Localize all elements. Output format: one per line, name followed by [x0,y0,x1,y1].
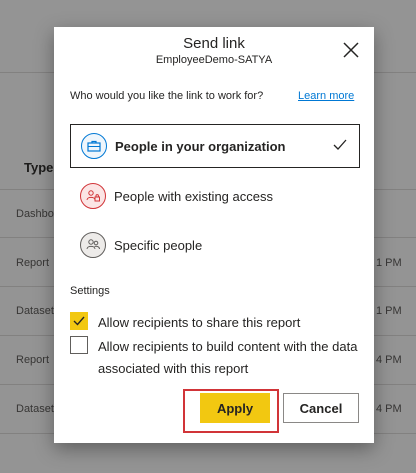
learn-more-link[interactable]: Learn more [298,90,354,102]
close-icon [343,42,359,58]
people-icon [80,232,106,258]
option-label: People with existing access [114,188,273,204]
settings-heading: Settings [70,285,110,297]
allow-build-label: Allow recipients to build content with t… [98,339,358,376]
option-people-in-organization[interactable]: People in your organization [70,124,360,168]
checkmark-icon [333,139,347,150]
people-lock-icon [80,183,106,209]
allow-share-checkbox[interactable] [70,312,88,330]
apply-button[interactable]: Apply [200,393,270,423]
checkbox-check-icon [73,316,85,326]
send-link-dialog: Send link EmployeeDemo-SATYA Who would y… [54,27,374,443]
dialog-subtitle: EmployeeDemo-SATYA [155,54,273,66]
briefcase-icon [81,133,107,159]
allow-build-checkbox-row[interactable]: Allow recipients to build content with t… [70,336,358,380]
allow-build-checkbox[interactable] [70,336,88,354]
allow-share-checkbox-row[interactable]: Allow recipients to share this report [70,312,358,334]
option-label: People in your organization [115,138,286,154]
cancel-button[interactable]: Cancel [283,393,359,423]
allow-share-label: Allow recipients to share this report [98,315,301,330]
dialog-title: Send link [183,35,245,52]
link-audience-question: Who would you like the link to work for? [70,90,264,102]
option-people-with-existing-access[interactable]: People with existing access [70,174,360,218]
close-button[interactable] [342,41,360,59]
option-specific-people[interactable]: Specific people [70,223,360,267]
option-label: Specific people [114,237,203,253]
